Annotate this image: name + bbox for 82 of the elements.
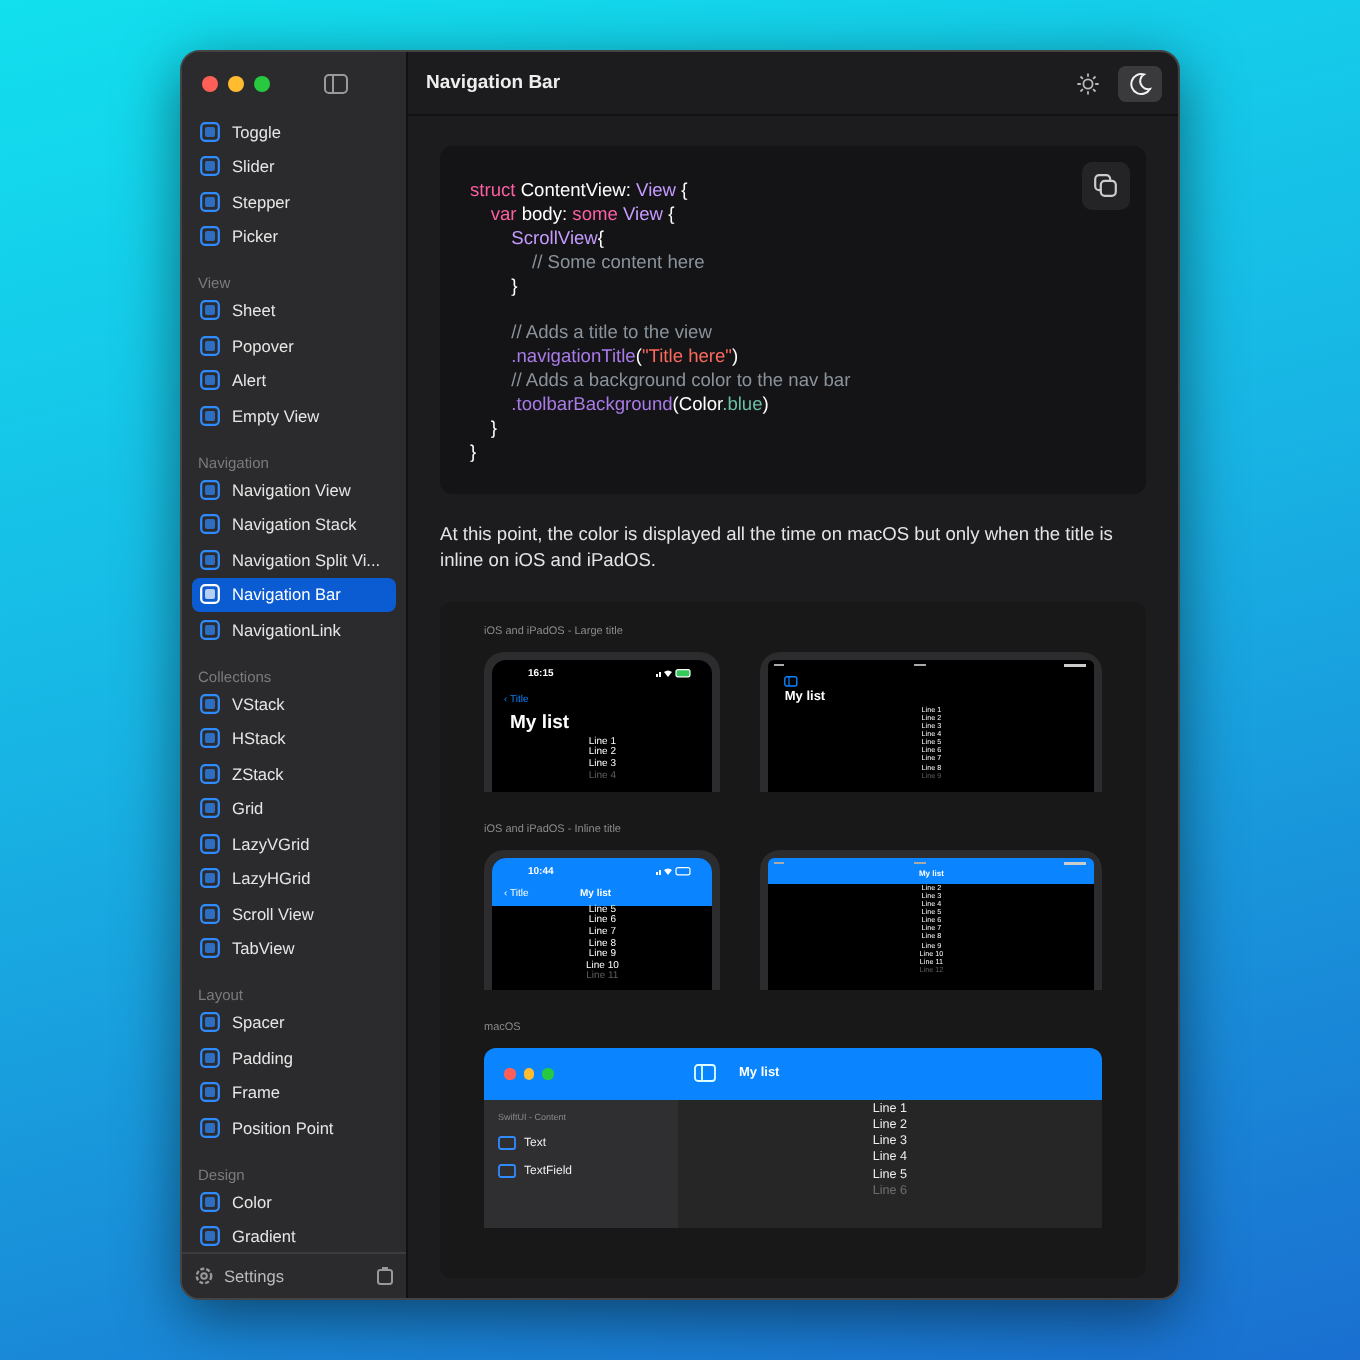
square-icon — [200, 335, 220, 356]
square-icon — [200, 156, 220, 177]
settings-icon[interactable] — [194, 1266, 214, 1286]
sidebar-item[interactable]: Picker — [192, 219, 396, 254]
square-icon — [200, 619, 220, 640]
square-icon — [200, 370, 220, 391]
status-icons-drawing — [656, 866, 693, 877]
clipboard-icon[interactable] — [376, 1266, 394, 1286]
sidebar-item[interactable]: Padding — [192, 1040, 396, 1075]
square-icon — [200, 728, 220, 749]
sidebar-item[interactable]: NavigationLink — [192, 612, 396, 647]
window-title: Navigation Bar — [426, 72, 563, 94]
sidebar-item[interactable]: Navigation View — [192, 472, 396, 507]
square-icon — [200, 763, 220, 784]
sidebar-item[interactable]: Stepper — [192, 184, 396, 219]
square-icon — [200, 833, 220, 854]
square-icon — [200, 1012, 220, 1033]
square-icon — [200, 1082, 220, 1103]
copy-button[interactable] — [1082, 162, 1130, 210]
square-icon — [200, 1191, 220, 1212]
sidebar-item[interactable]: Slider — [192, 149, 396, 184]
copy-icon — [1094, 174, 1118, 198]
square-icon — [200, 938, 220, 959]
settings-label[interactable]: Settings — [224, 1266, 366, 1286]
sidebar-item[interactable]: ZStack — [192, 756, 396, 791]
square-icon — [498, 1136, 516, 1151]
sidebar-toggle-icon[interactable] — [784, 675, 799, 688]
square-icon — [200, 479, 220, 500]
code-line: var body: some View { — [488, 203, 675, 228]
sidebar-item[interactable]: Sheet — [192, 293, 396, 328]
description-text: At this point, the color is displayed all the time on macOS but only when the title is inline on iOS and iPadOS. — [440, 521, 1115, 575]
sidebar-item[interactable]: Navigation Split Vi... — [192, 542, 396, 577]
sidebar-item[interactable]: TabView — [192, 931, 396, 966]
sidebar-item[interactable]: Navigation Stack — [192, 507, 396, 542]
sidebar-toggle-icon[interactable] — [324, 73, 348, 93]
square-icon — [200, 1226, 220, 1247]
code-line: .toolbarBackground(Color.blue) — [509, 394, 769, 419]
sidebar-item[interactable]: Navigation Bar — [192, 577, 396, 612]
sidebar-item[interactable]: Color — [192, 1184, 396, 1219]
sidebar-item[interactable]: Grid — [192, 791, 396, 826]
square-icon — [200, 514, 220, 535]
sidebar-item[interactable]: Gradient — [192, 1219, 396, 1252]
code-line: .navigationTitle("Title here") — [509, 346, 739, 371]
square-icon — [200, 903, 220, 924]
square-icon — [200, 693, 220, 714]
sidebar-item[interactable]: Position Point — [192, 1110, 396, 1145]
square-icon — [200, 226, 220, 247]
sidebar-item[interactable]: Spacer — [192, 1005, 396, 1040]
sidebar-item[interactable]: Scroll View — [192, 896, 396, 931]
sidebar-item[interactable]: LazyHGrid — [192, 861, 396, 896]
moon-icon — [1128, 71, 1152, 95]
square-icon — [200, 868, 220, 889]
square-icon — [498, 1164, 516, 1179]
sidebar-item[interactable]: Popover — [192, 328, 396, 363]
square-icon — [200, 549, 220, 570]
square-icon — [200, 1047, 220, 1068]
square-icon — [200, 300, 220, 321]
code-line: // Adds a title to the view — [509, 322, 712, 347]
large-title: My list — [508, 709, 572, 738]
code-line: ScrollView{ — [509, 227, 605, 252]
square-icon — [200, 798, 220, 819]
code-line: // Some content here — [529, 251, 705, 276]
square-icon — [200, 191, 220, 212]
square-icon — [200, 584, 220, 605]
square-icon — [200, 1117, 220, 1138]
code-line: } — [488, 418, 497, 442]
code-line: // Adds a background color to the nav bar — [509, 370, 851, 395]
sidebar-item[interactable]: LazyVGrid — [192, 826, 396, 861]
code-line: } — [470, 441, 477, 466]
sidebar-item[interactable]: HStack — [192, 721, 396, 756]
status-icons-drawing — [656, 668, 693, 679]
sidebar-item[interactable]: Empty View — [192, 398, 396, 433]
sidebar-item[interactable]: Alert — [192, 363, 396, 398]
square-icon — [200, 121, 220, 142]
sidebar-item[interactable]: Toggle — [192, 114, 396, 149]
code-line: } — [509, 275, 518, 300]
code-line: struct ContentView: View { — [470, 180, 688, 204]
dark-mode-button[interactable] — [1118, 65, 1162, 101]
sidebar-item[interactable]: VStack — [192, 686, 396, 721]
square-icon — [200, 405, 220, 426]
sun-icon — [1076, 71, 1100, 95]
sidebar-item[interactable]: Frame — [192, 1075, 396, 1110]
